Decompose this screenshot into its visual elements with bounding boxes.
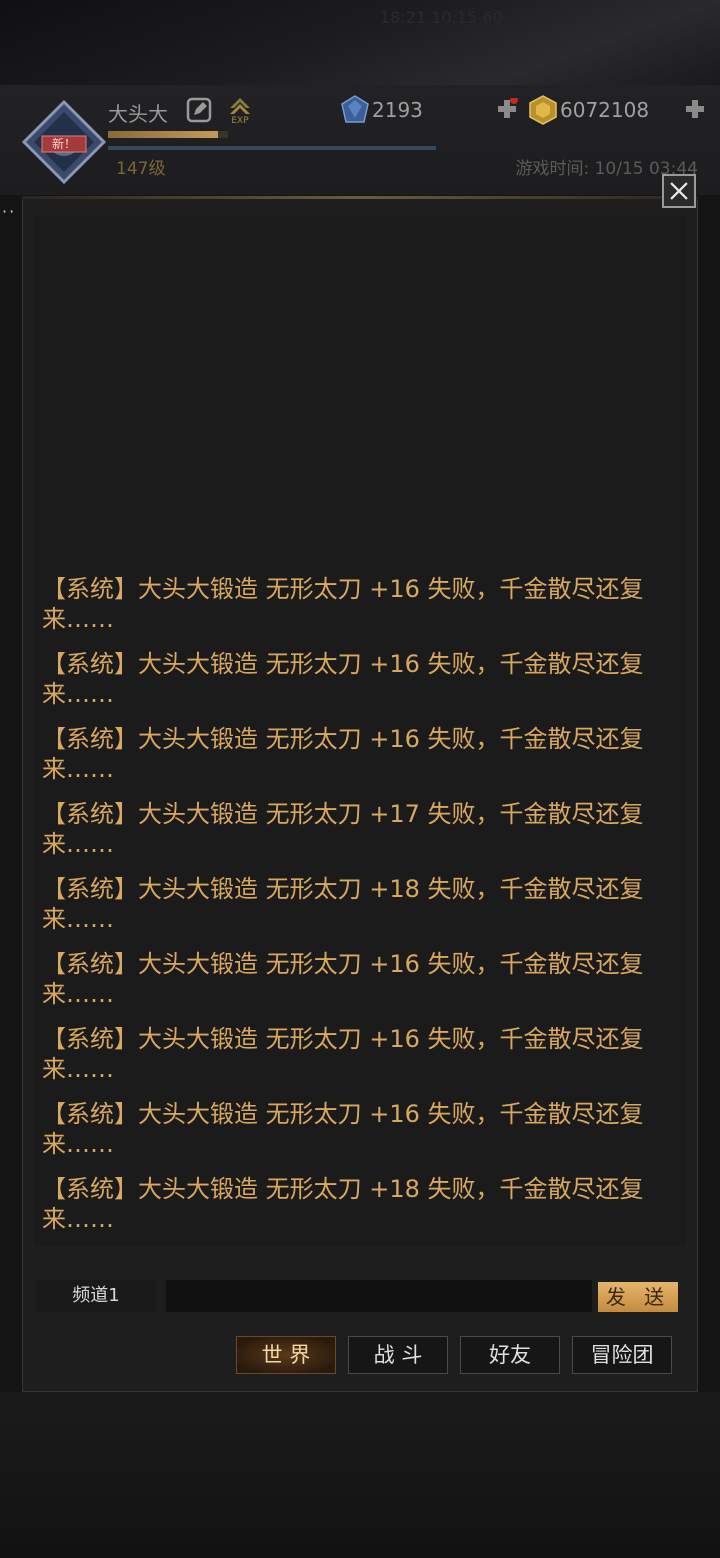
exp-boost-icon[interactable]: EXP: [226, 94, 254, 124]
gold-amount: 6072108: [560, 98, 650, 122]
avatar-new-badge: 新！: [52, 136, 76, 151]
player-name: 大头大: [108, 102, 168, 126]
chat-message: 【系统】大头大锻造 无形太刀 +18 失败，千金散尽还复来……: [42, 875, 644, 933]
exp-progress-bar: [108, 131, 228, 138]
gem-amount: 2193: [372, 98, 423, 122]
side-dots: ··: [2, 202, 17, 221]
player-level: 147级: [116, 159, 166, 179]
status-bar-time: 18:21 10:15 60: [380, 8, 503, 27]
exp-progress-fill: [108, 131, 219, 138]
send-button[interactable]: 发 送: [598, 1282, 678, 1312]
chat-message: 【系统】大头大锻造 无形太刀 +16 失败，千金散尽还复来……: [42, 650, 644, 708]
gold-currency-icon: [529, 95, 557, 125]
player-avatar[interactable]: 新！: [22, 100, 106, 184]
chat-message: 【系统】大头大锻造 无形太刀 +16 失败，千金散尽还复来……: [42, 725, 644, 783]
bottom-background: [0, 1392, 720, 1558]
chat-message-list: 【系统】大头大锻造 无形太刀 +16 失败，千金散尽还复来…… 【系统】大头大锻造…: [42, 574, 662, 1249]
secondary-progress-bar: [108, 146, 436, 150]
add-gold-plus-icon[interactable]: [684, 98, 706, 120]
chat-message: 【系统】大头大锻造 无形太刀 +17 失败，千金散尽还复来……: [42, 800, 644, 858]
tab-adventure-group[interactable]: 冒险团: [572, 1336, 672, 1374]
chat-message: 【系统】大头大锻造 无形太刀 +16 失败，千金散尽还复来……: [42, 1100, 644, 1158]
close-button[interactable]: [662, 174, 696, 208]
tab-friends[interactable]: 好友: [460, 1336, 560, 1374]
tab-world[interactable]: 世 界: [236, 1336, 336, 1374]
chat-message: 【系统】大头大锻造 无形太刀 +16 失败，千金散尽还复来……: [42, 1025, 644, 1083]
chat-message: 【系统】大头大锻造 无形太刀 +16 失败，千金散尽还复来……: [42, 950, 644, 1008]
edit-name-icon[interactable]: [186, 97, 212, 123]
top-background: [0, 0, 720, 85]
add-gems-plus-icon[interactable]: [496, 98, 518, 120]
exp-label: EXP: [231, 116, 249, 124]
channel-selector[interactable]: 频道1: [36, 1280, 156, 1312]
chat-message: 【系统】大头大锻造 无形太刀 +16 失败，千金散尽还复来……: [42, 575, 644, 633]
chat-panel-top-border: [22, 196, 698, 199]
chat-input[interactable]: [166, 1280, 592, 1312]
gem-currency-icon: [341, 95, 369, 123]
chat-message: 【系统】大头大锻造 无形太刀 +18 失败，千金散尽还复来……: [42, 1175, 644, 1233]
tab-battle[interactable]: 战 斗: [348, 1336, 448, 1374]
